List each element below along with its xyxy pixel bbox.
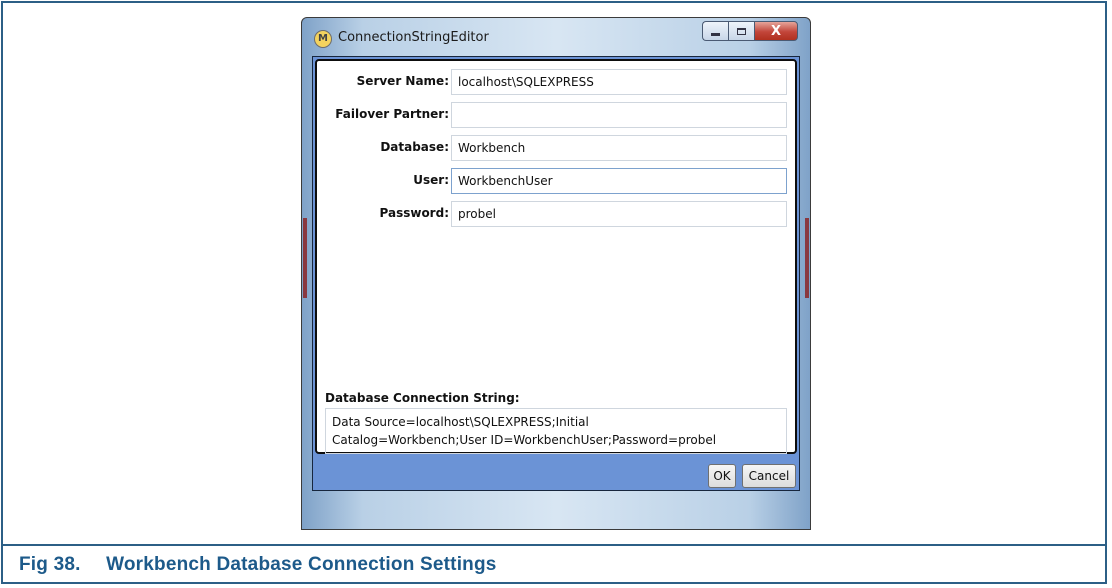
figure-number: Fig 38. — [19, 554, 81, 575]
database-label: Database: — [380, 140, 449, 154]
window-title: ConnectionStringEditor — [338, 30, 489, 45]
close-button[interactable]: X — [754, 21, 798, 41]
connection-string-editor-window: M ConnectionStringEditor X Server Name: … — [301, 17, 811, 530]
window-controls: X — [702, 21, 798, 41]
failover-partner-label: Failover Partner: — [335, 107, 449, 121]
maximize-icon — [737, 27, 746, 35]
password-input[interactable]: probel — [451, 201, 787, 227]
password-label: Password: — [379, 206, 450, 220]
connection-string-line-1: Data Source=localhost\SQLEXPRESS;Initial — [332, 415, 589, 429]
user-label: User: — [413, 173, 449, 187]
database-input[interactable]: Workbench — [451, 135, 787, 161]
app-icon: M — [314, 30, 332, 48]
user-row: User: WorkbenchUser — [317, 168, 795, 194]
user-input[interactable]: WorkbenchUser — [451, 168, 787, 194]
figure-title: Workbench Database Connection Settings — [106, 554, 497, 575]
server-name-input[interactable]: localhost\SQLEXPRESS — [451, 69, 787, 95]
failover-partner-row: Failover Partner: — [317, 102, 795, 128]
client-area: Server Name: localhost\SQLEXPRESS Failov… — [312, 56, 800, 491]
connection-string-label: Database Connection String: — [325, 391, 520, 405]
cancel-button[interactable]: Cancel — [742, 464, 796, 488]
server-name-row: Server Name: localhost\SQLEXPRESS — [317, 69, 795, 95]
caption-divider — [3, 544, 1105, 546]
form-panel: Server Name: localhost\SQLEXPRESS Failov… — [315, 59, 797, 454]
ok-button[interactable]: OK — [708, 464, 736, 488]
close-icon: X — [770, 23, 782, 39]
figure-caption: Fig 38. Workbench Database Connection Se… — [19, 554, 497, 576]
server-name-label: Server Name: — [356, 74, 449, 88]
database-row: Database: Workbench — [317, 135, 795, 161]
password-row: Password: probel — [317, 201, 795, 227]
title-bar[interactable]: M ConnectionStringEditor X — [302, 18, 810, 56]
minimize-button[interactable] — [702, 21, 728, 41]
maximize-button[interactable] — [728, 21, 754, 41]
failover-partner-input[interactable] — [451, 102, 787, 128]
connection-string-line-2: Catalog=Workbench;User ID=WorkbenchUser;… — [332, 433, 717, 447]
connection-string-output[interactable]: Data Source=localhost\SQLEXPRESS;Initial… — [325, 408, 787, 454]
minimize-icon — [711, 32, 720, 36]
